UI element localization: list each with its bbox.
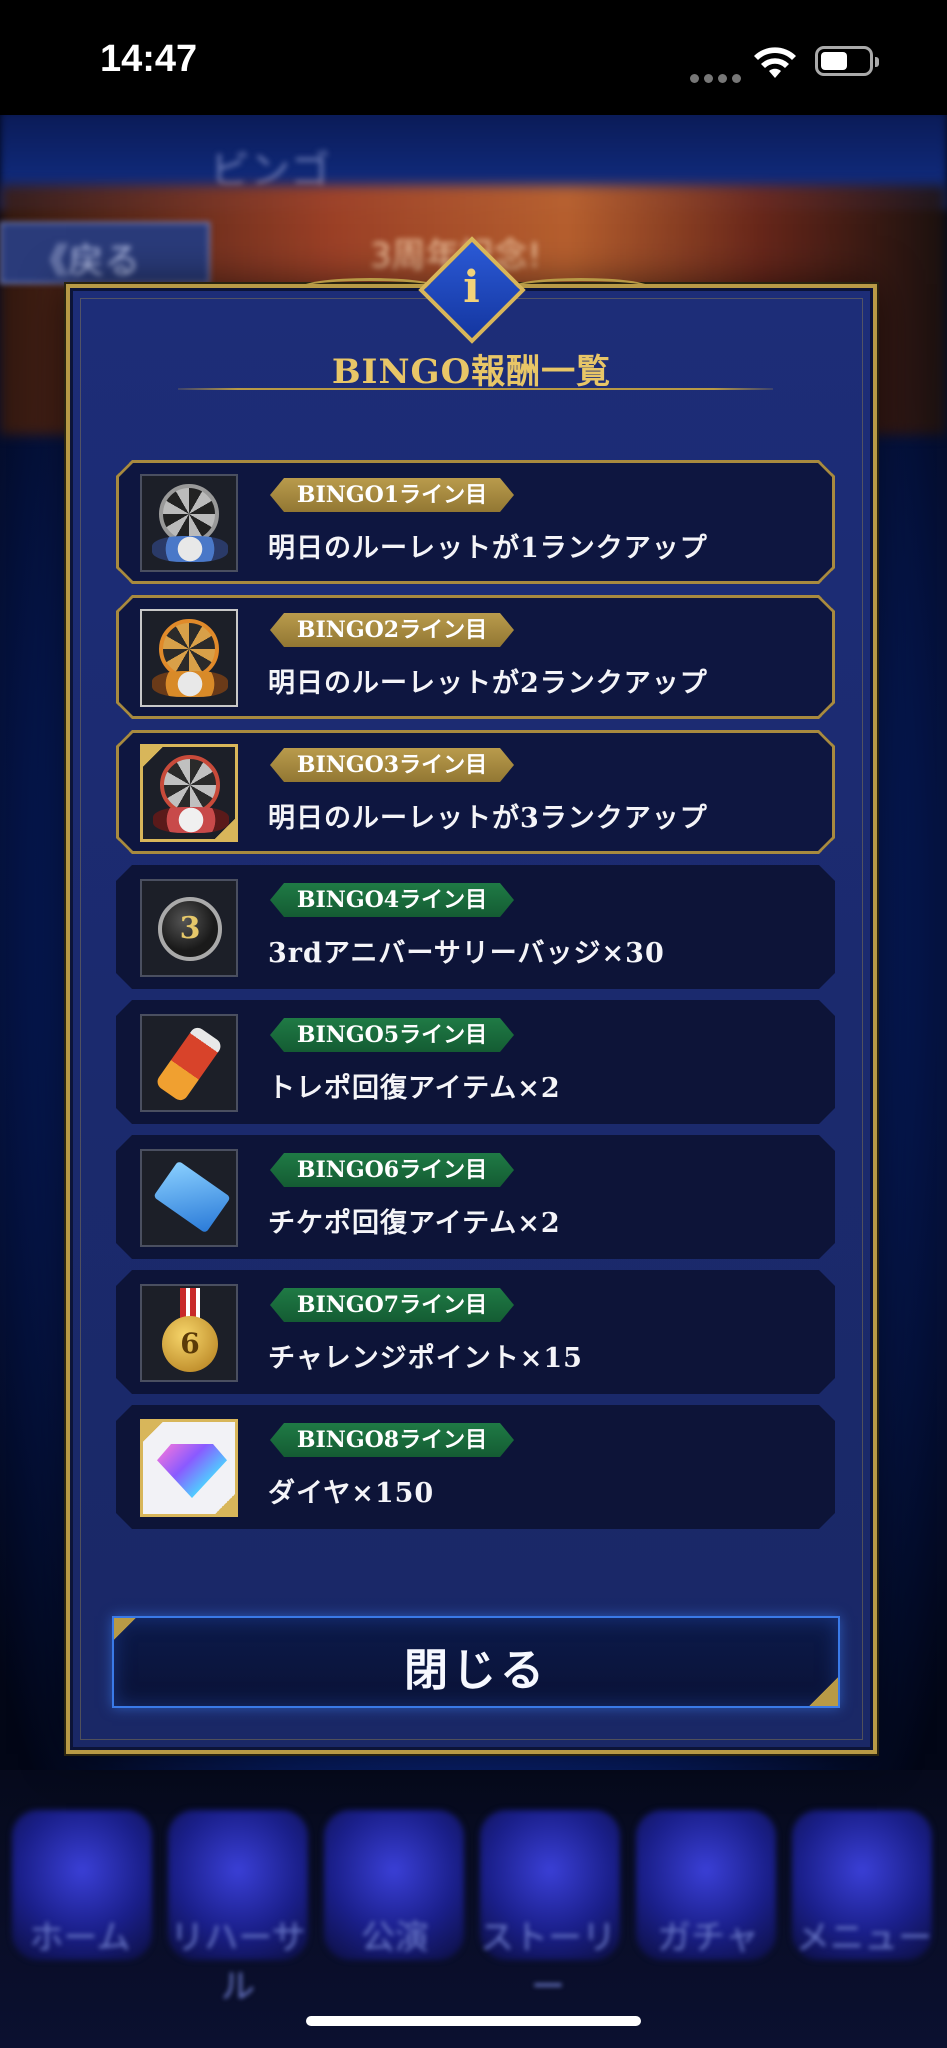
nav-home-label: ホーム (29, 1918, 131, 1958)
reward-description: チケポ回復アイテム×2 (268, 1208, 561, 1239)
status-time: 14:47 (100, 38, 198, 80)
reward-line-badge: BINGO5ライン目 (270, 1018, 514, 1052)
cellular-signal-icon (690, 68, 746, 87)
reward-row: 3 BINGO4ライン目 3rdアニバーサリーバッジ×30 (116, 865, 835, 989)
reward-row: BINGO1ライン目 明日のルーレットが1ランクアップ (116, 460, 835, 584)
info-glyph: i (463, 262, 480, 313)
nav-gacha-label: ガチャ (657, 1918, 759, 1958)
status-bar: 14:47 (0, 0, 947, 115)
reward-row: BINGO2ライン目 明日のルーレットが2ランクアップ (116, 595, 835, 719)
roulette-icon (140, 744, 238, 842)
roulette-icon (140, 609, 238, 707)
dialog-title: BINGO報酬一覧 (331, 352, 612, 392)
diamond-icon (140, 1419, 238, 1517)
bottle-icon (140, 1014, 238, 1112)
reward-description: 明日のルーレットが1ランクアップ (268, 533, 708, 564)
background-nav: ホーム リハーサル 公演 ストーリー ガチャ メニュー (0, 1800, 947, 2007)
anniversary-badge-icon: 3 (140, 879, 238, 977)
reward-description: ダイヤ×150 (268, 1478, 435, 1509)
reward-row: BINGO5ライン目 トレポ回復アイテム×2 (116, 1000, 835, 1124)
reward-description: トレポ回復アイテム×2 (268, 1073, 561, 1104)
reward-line-badge: BINGO4ライン目 (270, 883, 514, 917)
emblem-ornament-right (511, 278, 651, 298)
reward-row: BINGO6ライン目 チケポ回復アイテム×2 (116, 1135, 835, 1259)
reward-description: 明日のルーレットが2ランクアップ (268, 668, 708, 699)
reward-row: BINGO8ライン目 ダイヤ×150 (116, 1405, 835, 1529)
reward-line-badge: BINGO2ライン目 (270, 613, 514, 647)
battery-icon (815, 46, 879, 76)
reward-line-badge: BINGO7ライン目 (270, 1288, 514, 1322)
reward-row: BINGO3ライン目 明日のルーレットが3ランクアップ (116, 730, 835, 854)
roulette-icon (140, 474, 238, 572)
reward-line-badge: BINGO1ライン目 (270, 478, 514, 512)
ticket-icon (140, 1149, 238, 1247)
reward-row: 6 BINGO7ライン目 チャレンジポイント×15 (116, 1270, 835, 1394)
reward-description: 3rdアニバーサリーバッジ×30 (268, 938, 665, 969)
wifi-icon (754, 47, 796, 78)
medal-icon: 6 (140, 1284, 238, 1382)
nav-menu-label: メニュー (796, 1918, 932, 1958)
reward-description: チャレンジポイント×15 (268, 1343, 583, 1374)
reward-line-badge: BINGO6ライン目 (270, 1153, 514, 1187)
reward-description: 明日のルーレットが3ランクアップ (268, 803, 708, 834)
reward-line-badge: BINGO8ライン目 (270, 1423, 514, 1457)
nav-story-label: ストーリー (480, 1918, 616, 2007)
nav-rehearsal-label: リハーサル (170, 1918, 306, 2007)
rewards-dialog: i BINGO報酬一覧 BINGO1ライン目 明日のルーレットが1ランクアップ … (66, 236, 877, 1754)
home-indicator[interactable] (306, 2016, 641, 2026)
background-back-button: 《戻る (0, 222, 210, 284)
nav-performance-label: 公演 (361, 1918, 429, 1958)
close-button[interactable]: 閉じる (112, 1616, 840, 1708)
title-divider (178, 388, 773, 390)
reward-list: BINGO1ライン目 明日のルーレットが1ランクアップ BINGO2ライン目 明… (116, 460, 835, 1540)
reward-line-badge: BINGO3ライン目 (270, 748, 514, 782)
close-button-label: 閉じる (404, 1645, 548, 1696)
